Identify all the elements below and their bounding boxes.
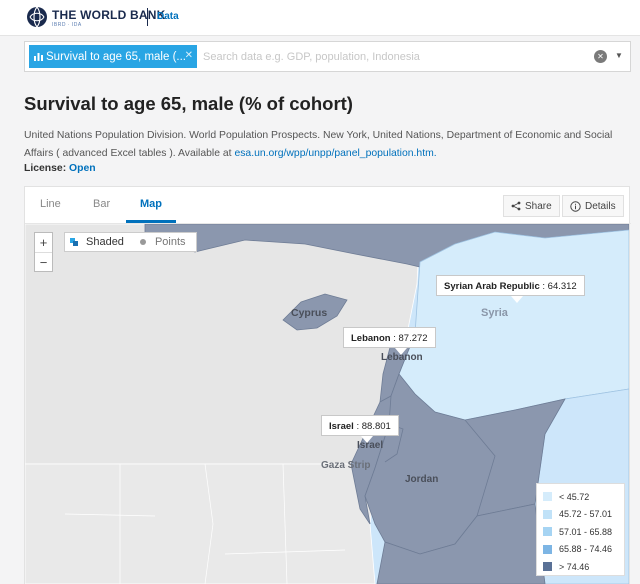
license-link[interactable]: Open [69, 163, 96, 174]
label-syria: Syria [481, 307, 509, 319]
details-button[interactable]: Details [562, 195, 624, 217]
clear-search-icon[interactable]: ✕ [594, 50, 607, 63]
tooltip-lebanon-country: Lebanon [351, 333, 391, 344]
legend-swatch [543, 562, 552, 572]
tooltip-israel-pointer [361, 436, 373, 443]
chart-panel: Line Bar Map Share Details Cyprus Syria … [24, 186, 631, 584]
search-bar: Survival to age 65, male (... ✕ ✕ ▼ [24, 41, 631, 72]
label-cyprus: Cyprus [291, 307, 327, 319]
share-button[interactable]: Share [503, 195, 560, 217]
mode-points[interactable]: Points [134, 236, 196, 248]
sinai-region [25, 463, 376, 584]
mode-shaded[interactable]: Shaded [65, 236, 134, 248]
brand-divider [147, 8, 148, 26]
tooltip-syria-value: 64.312 [547, 281, 577, 292]
tab-line[interactable]: Line [40, 198, 61, 210]
world-bank-globe-icon[interactable] [26, 6, 48, 28]
tooltip-lebanon: Lebanon : 87.272 [343, 327, 436, 348]
shaded-icon [70, 238, 78, 246]
tab-bar[interactable]: Bar [93, 198, 110, 210]
source-note: United Nations Population Division. Worl… [24, 127, 624, 163]
points-icon [139, 239, 146, 245]
info-icon [570, 200, 581, 212]
legend-label: 57.01 - 65.88 [559, 526, 613, 537]
remove-chip-icon[interactable]: ✕ [185, 50, 193, 61]
zoom-control: + − [34, 232, 53, 272]
legend-label: 65.88 - 74.46 [559, 544, 613, 555]
legend-label: 45.72 - 57.01 [559, 509, 613, 520]
legend-item: 57.01 - 65.88 [543, 523, 624, 541]
legend-swatch [543, 527, 552, 537]
tooltip-syria: Syrian Arab Republic : 64.312 [436, 275, 585, 296]
share-label: Share [525, 200, 552, 212]
legend-item: 45.72 - 57.01 [543, 506, 624, 524]
details-label: Details [585, 200, 616, 212]
legend-swatch [543, 509, 552, 519]
zoom-out-button[interactable]: − [35, 252, 52, 271]
tooltip-israel-value: 88.801 [361, 421, 391, 432]
legend-item: < 45.72 [543, 488, 624, 506]
license-line: License: Open [24, 163, 96, 174]
indicator-chip[interactable]: Survival to age 65, male (... ✕ [29, 45, 197, 68]
tab-map[interactable]: Map [140, 198, 162, 210]
zoom-in-button[interactable]: + [35, 233, 52, 252]
tooltip-israel-country: Israel [329, 421, 354, 432]
search-input[interactable] [203, 46, 583, 68]
brand-subtitle: IBRD · IDA [52, 22, 82, 28]
mode-points-label: Points [154, 236, 186, 248]
legend-item: > 74.46 [543, 558, 624, 576]
license-label: License: [24, 163, 67, 174]
tooltip-israel: Israel : 88.801 [321, 415, 399, 436]
source-link[interactable]: esa.un.org/wpp/unpp/panel_population.htm… [234, 148, 436, 159]
legend-label: > 74.46 [559, 561, 590, 572]
tooltip-syria-country: Syrian Arab Republic [444, 281, 540, 292]
tooltip-lebanon-value: 87.272 [398, 333, 428, 344]
mode-shaded-label: Shaded [86, 236, 124, 248]
chevron-down-icon[interactable]: ▼ [615, 51, 623, 60]
data-link[interactable]: Data [157, 11, 179, 22]
legend-swatch [543, 544, 552, 554]
tooltip-syria-pointer [511, 296, 523, 303]
label-jordan: Jordan [405, 474, 438, 485]
choropleth-map[interactable]: Cyprus Syria Lebanon Gaza Strip Jordan I… [25, 224, 629, 584]
syria-region [398, 229, 629, 421]
page-title: Survival to age 65, male (% of cohort) [24, 93, 353, 114]
indicator-chip-label: Survival to age 65, male (... [46, 50, 186, 63]
label-gaza: Gaza Strip [321, 460, 370, 471]
legend-item: 65.88 - 74.46 [543, 541, 624, 559]
top-bar: THE WORLD BANK IBRD · IDA Data [0, 0, 640, 36]
map-legend: < 45.72 45.72 - 57.01 57.01 - 65.88 65.8… [536, 483, 625, 576]
map-mode-toggle: Shaded Points [64, 232, 197, 252]
legend-label: < 45.72 [559, 491, 590, 502]
brand-name[interactable]: THE WORLD BANK [52, 8, 165, 22]
tooltip-lebanon-pointer [395, 348, 407, 355]
legend-swatch [543, 492, 552, 502]
bar-chart-icon [34, 53, 43, 61]
share-icon [511, 201, 521, 211]
